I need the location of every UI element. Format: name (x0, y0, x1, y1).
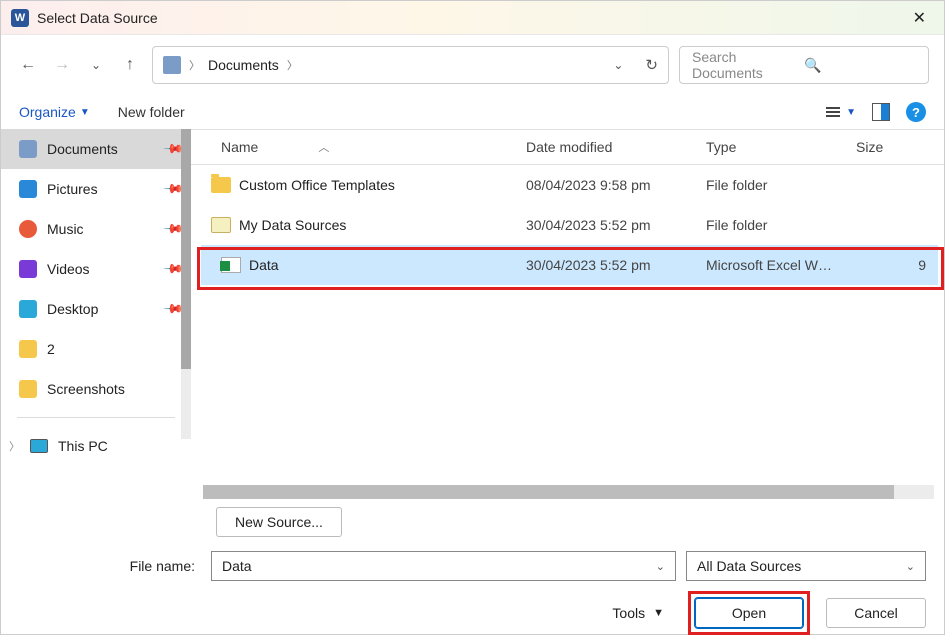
file-type: File folder (706, 177, 856, 193)
sidebar-item-label: Documents (47, 141, 155, 157)
sidebar-item-label: Pictures (47, 181, 155, 197)
videos-icon (19, 260, 37, 278)
file-name: My Data Sources (239, 217, 346, 233)
forward-button[interactable]: → (50, 53, 74, 77)
horizontal-scrollbar[interactable] (203, 485, 934, 499)
column-type[interactable]: Type (706, 139, 856, 155)
file-date: 08/04/2023 9:58 pm (526, 177, 706, 193)
sort-asc-icon: ︿ (318, 139, 329, 155)
dialog-title: Select Data Source (37, 10, 905, 26)
file-pane: Name︿ Date modified Type Size Custom Off… (191, 129, 944, 499)
desktop-icon (19, 300, 37, 318)
chevron-right-icon: 〉 (287, 57, 298, 73)
sidebar-item-folder-2[interactable]: 2 (1, 329, 191, 369)
cancel-button[interactable]: Cancel (826, 598, 926, 628)
file-row[interactable]: My Data Sources 30/04/2023 5:52 pm File … (191, 205, 944, 245)
sidebar-item-label: 2 (47, 341, 181, 357)
file-row-selected[interactable]: Data 30/04/2023 5:52 pm Microsoft Excel … (201, 245, 938, 285)
search-input[interactable]: Search Documents 🔍 (679, 46, 929, 84)
organize-label: Organize (19, 104, 76, 120)
caret-down-icon: ▼ (80, 107, 90, 118)
sidebar-item-videos[interactable]: Videos 📌 (1, 249, 191, 289)
new-source-button[interactable]: New Source... (216, 507, 342, 537)
column-name[interactable]: Name︿ (221, 139, 526, 155)
preview-pane-button[interactable] (870, 101, 892, 123)
caret-down-icon: ▼ (846, 107, 856, 118)
caret-down-icon: ▼ (653, 607, 664, 619)
folder-icon (19, 380, 37, 398)
caret-down-icon[interactable]: ⌄ (906, 560, 915, 573)
open-button[interactable]: Open (695, 598, 803, 628)
sidebar-item-label: This PC (58, 438, 108, 454)
file-size: 9 (856, 257, 938, 273)
filename-input[interactable]: Data ⌄ (211, 551, 676, 581)
file-type: Microsoft Excel W… (706, 257, 856, 273)
chevron-right-icon[interactable]: 〉 (9, 438, 20, 454)
filename-value: Data (222, 558, 656, 574)
filetype-select[interactable]: All Data Sources ⌄ (686, 551, 926, 581)
folder-icon (211, 177, 231, 193)
file-date: 30/04/2023 5:52 pm (526, 257, 706, 273)
new-folder-button[interactable]: New folder (118, 104, 185, 120)
column-size[interactable]: Size (856, 139, 944, 155)
sidebar-item-label: Screenshots (47, 381, 181, 397)
back-button[interactable]: ← (16, 53, 40, 77)
list-view-icon (826, 107, 840, 117)
highlight-annotation: Open (688, 591, 810, 635)
sidebar-item-documents[interactable]: Documents 📌 (1, 129, 191, 169)
chevron-right-icon: 〉 (189, 57, 200, 73)
sidebar-item-screenshots[interactable]: Screenshots (1, 369, 191, 409)
pictures-icon (19, 180, 37, 198)
file-type: File folder (706, 217, 856, 233)
column-date[interactable]: Date modified (526, 139, 706, 155)
address-dropdown[interactable]: ⌄ (613, 58, 623, 72)
refresh-button[interactable]: ↻ (645, 56, 658, 74)
help-button[interactable]: ? (906, 102, 926, 122)
sidebar-item-label: Videos (47, 261, 155, 277)
sidebar-item-music[interactable]: Music 📌 (1, 209, 191, 249)
tools-menu[interactable]: Tools ▼ (612, 605, 664, 621)
column-headers: Name︿ Date modified Type Size (191, 129, 944, 165)
recent-dropdown[interactable]: ⌄ (84, 53, 108, 77)
location-icon (163, 56, 181, 74)
organize-menu[interactable]: Organize ▼ (19, 104, 90, 120)
breadcrumb-location[interactable]: Documents (208, 57, 279, 73)
sidebar-divider (17, 417, 175, 418)
sidebar-item-label: Music (47, 221, 155, 237)
sidebar-item-label: Desktop (47, 301, 155, 317)
folder-icon (19, 340, 37, 358)
excel-file-icon (221, 257, 241, 273)
file-date: 30/04/2023 5:52 pm (526, 217, 706, 233)
view-menu[interactable]: ▼ (826, 107, 856, 118)
data-source-folder-icon (211, 217, 231, 233)
file-row[interactable]: Custom Office Templates 08/04/2023 9:58 … (191, 165, 944, 205)
sidebar-item-pictures[interactable]: Pictures 📌 (1, 169, 191, 209)
sidebar-item-this-pc[interactable]: 〉 This PC (1, 426, 191, 459)
sidebar: Documents 📌 Pictures 📌 Music 📌 Videos 📌 (1, 129, 191, 499)
search-placeholder: Search Documents (692, 49, 804, 81)
sidebar-item-desktop[interactable]: Desktop 📌 (1, 289, 191, 329)
file-list: Custom Office Templates 08/04/2023 9:58 … (191, 165, 944, 485)
filetype-value: All Data Sources (697, 558, 906, 574)
scrollbar-thumb[interactable] (203, 485, 894, 499)
close-button[interactable]: ✕ (905, 4, 934, 32)
music-icon (19, 220, 37, 238)
caret-down-icon[interactable]: ⌄ (656, 560, 665, 573)
filename-label: File name: (1, 558, 201, 574)
documents-icon (19, 140, 37, 158)
pc-icon (30, 439, 48, 453)
word-app-icon: W (11, 9, 29, 27)
file-name: Data (249, 257, 279, 273)
title-bar: W Select Data Source ✕ (1, 1, 944, 35)
address-bar[interactable]: 〉 Documents 〉 ⌄ ↻ (152, 46, 669, 84)
up-button[interactable]: ↑ (118, 53, 142, 77)
nav-row: ← → ⌄ ↑ 〉 Documents 〉 ⌄ ↻ Search Documen… (1, 35, 944, 95)
scrollbar-thumb[interactable] (181, 129, 191, 369)
tools-label: Tools (612, 605, 645, 621)
sidebar-scrollbar[interactable] (181, 129, 191, 439)
search-icon: 🔍 (804, 57, 916, 74)
command-row: Organize ▼ New folder ▼ ? (1, 95, 944, 129)
file-name: Custom Office Templates (239, 177, 395, 193)
